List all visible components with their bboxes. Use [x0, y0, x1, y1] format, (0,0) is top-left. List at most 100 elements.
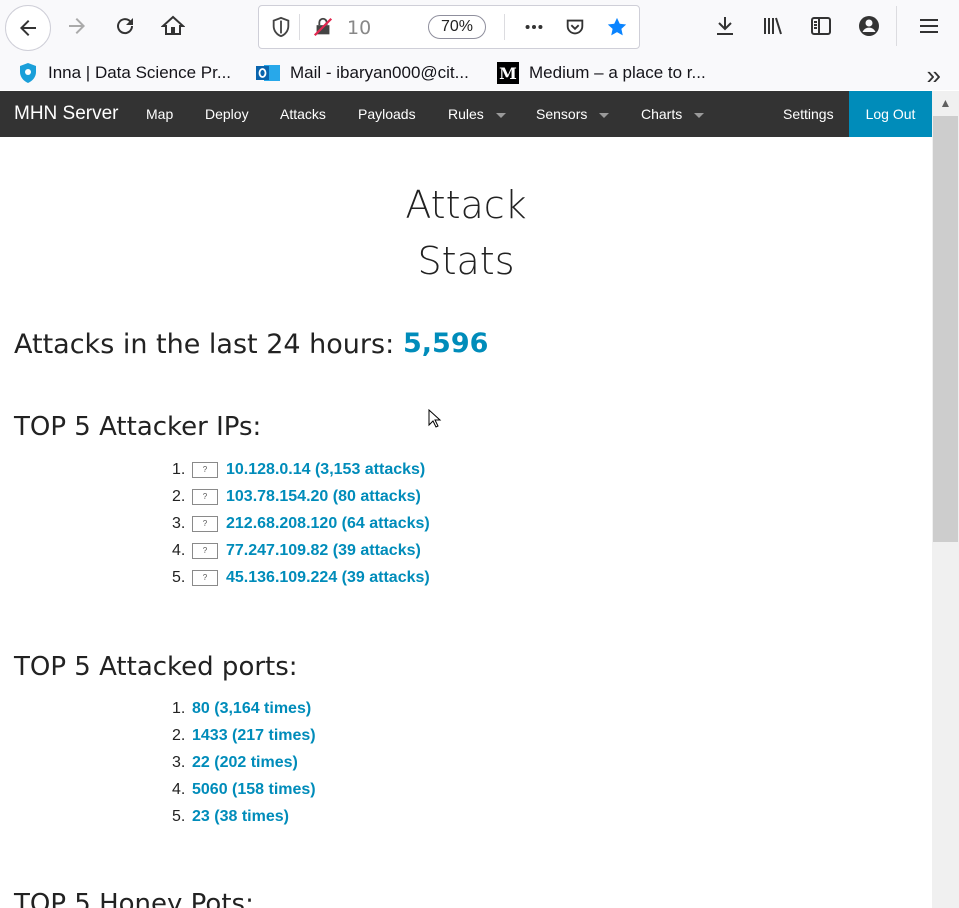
nav-dropdown-charts[interactable]: Charts — [641, 106, 705, 122]
nav-dropdown-sensors[interactable]: Sensors — [536, 106, 610, 122]
rank-number: 3. — [172, 514, 186, 532]
attacks-24h-label: Attacks in the last 24 hours: — [14, 329, 395, 360]
medium-favicon-icon: M — [497, 62, 519, 84]
rank-number: 2. — [172, 487, 186, 505]
toolbar-divider — [896, 6, 897, 46]
home-button[interactable] — [153, 6, 193, 46]
sidebar-button[interactable] — [801, 6, 841, 46]
attacker-ip-link[interactable]: 10.128.0.14 (3,153 attacks) — [226, 461, 425, 479]
logout-button[interactable]: Log Out — [849, 91, 932, 137]
url-divider — [504, 14, 505, 40]
site-navbar: MHN Server Map Deploy Attacks Payloads R… — [0, 91, 932, 137]
attacker-ip-link[interactable]: 77.247.109.82 (39 attacks) — [226, 542, 421, 560]
country-flag-icon: ? — [192, 461, 218, 478]
nav-link-settings[interactable]: Settings — [783, 106, 834, 122]
insecure-lock-icon[interactable] — [311, 15, 335, 39]
caret-down-icon — [599, 112, 610, 118]
page-title-line: Stats — [417, 239, 515, 283]
sidebar-icon — [811, 17, 831, 35]
top-honeypots-heading: TOP 5 Honey Pots: — [14, 889, 254, 908]
url-divider — [299, 14, 300, 40]
menu-button[interactable] — [909, 6, 949, 46]
back-button[interactable] — [5, 5, 51, 51]
attacker-ip-link[interactable]: 212.68.208.120 (64 attacks) — [226, 515, 430, 533]
bookmark-item[interactable]: Mail - ibaryan000@cit... — [256, 61, 469, 85]
page-title-line: Attack — [405, 183, 527, 227]
browser-toolbar: 10 70% — [0, 0, 959, 57]
shield-icon[interactable] — [269, 15, 293, 39]
url-bar[interactable]: 10 70% — [258, 5, 640, 49]
list-item: 5. ? 45.136.109.224 (39 attacks) — [172, 564, 430, 591]
attacked-port-link[interactable]: 23 (38 times) — [192, 808, 289, 826]
rank-number: 1. — [172, 460, 186, 478]
bookmark-star-icon[interactable] — [605, 15, 629, 39]
caret-down-icon — [694, 112, 705, 118]
nav-dropdown-label: Charts — [641, 106, 683, 122]
reload-icon — [117, 18, 134, 35]
attacked-port-link[interactable]: 80 (3,164 times) — [192, 700, 311, 718]
scroll-up-arrow-icon[interactable]: ▲ — [932, 91, 959, 115]
attacker-ip-link[interactable]: 45.136.109.224 (39 attacks) — [226, 569, 430, 587]
nav-link-deploy[interactable]: Deploy — [205, 106, 249, 122]
bookmark-label: Medium – a place to r... — [529, 63, 706, 82]
rank-number: 4. — [172, 541, 186, 559]
outlook-favicon-icon — [256, 63, 280, 83]
nav-dropdown-label: Sensors — [536, 106, 588, 122]
top-ports-list: 1. 80 (3,164 times) 2. 1433 (217 times) … — [172, 695, 316, 830]
arrow-right-icon — [69, 18, 85, 34]
list-item: 3. ? 212.68.208.120 (64 attacks) — [172, 510, 430, 537]
zoom-level-badge[interactable]: 70% — [428, 15, 486, 39]
bookmarks-bar: Inna | Data Science Pr... Mail - ibaryan… — [0, 56, 959, 90]
site-brand[interactable]: MHN Server — [14, 103, 119, 125]
country-flag-icon: ? — [192, 569, 218, 586]
list-item: 1. 80 (3,164 times) — [172, 695, 316, 722]
top-ips-list: 1. ? 10.128.0.14 (3,153 attacks) 2. ? 10… — [172, 456, 430, 591]
forward-button[interactable] — [57, 6, 97, 46]
nav-link-map[interactable]: Map — [146, 106, 173, 122]
rank-number: 5. — [172, 807, 186, 825]
bookmark-label: Mail - ibaryan000@cit... — [290, 63, 469, 82]
home-icon — [161, 15, 185, 35]
list-item: 4. ? 77.247.109.82 (39 attacks) — [172, 537, 430, 564]
url-text[interactable]: 10 — [347, 17, 377, 39]
list-item: 1. ? 10.128.0.14 (3,153 attacks) — [172, 456, 430, 483]
attacker-ip-link[interactable]: 103.78.154.20 (80 attacks) — [226, 488, 421, 506]
bookmark-item[interactable]: Inna | Data Science Pr... — [18, 61, 231, 85]
page-content: Attack Stats Attacks in the last 24 hour… — [0, 137, 932, 908]
bookmark-item[interactable]: M Medium – a place to r... — [497, 61, 706, 85]
list-item: 4. 5060 (158 times) — [172, 776, 316, 803]
attacks-24h-value: 5,596 — [403, 328, 489, 359]
rank-number: 4. — [172, 780, 186, 798]
bookmark-label: Inna | Data Science Pr... — [48, 63, 232, 82]
downloads-button[interactable] — [705, 6, 745, 46]
attacked-port-link[interactable]: 22 (202 times) — [192, 754, 298, 772]
more-actions-icon[interactable] — [522, 15, 546, 39]
account-icon — [859, 16, 879, 36]
reload-button[interactable] — [105, 6, 145, 46]
attacked-port-link[interactable]: 1433 (217 times) — [192, 727, 316, 745]
download-icon — [717, 17, 733, 35]
list-item: 2. ? 103.78.154.20 (80 attacks) — [172, 483, 430, 510]
hamburger-menu-icon — [920, 19, 938, 33]
nav-dropdown-rules[interactable]: Rules — [448, 106, 506, 122]
attacked-port-link[interactable]: 5060 (158 times) — [192, 781, 316, 799]
rank-number: 5. — [172, 568, 186, 586]
chevron-double-right-icon[interactable]: » — [927, 60, 941, 91]
shield-favicon-icon — [18, 63, 38, 83]
library-button[interactable] — [753, 6, 793, 46]
scrollbar-thumb[interactable] — [933, 116, 958, 542]
rank-number: 2. — [172, 726, 186, 744]
vertical-scrollbar[interactable]: ▲ — [932, 91, 959, 908]
list-item: 3. 22 (202 times) — [172, 749, 316, 776]
caret-down-icon — [495, 112, 506, 118]
list-item: 2. 1433 (217 times) — [172, 722, 316, 749]
nav-link-attacks[interactable]: Attacks — [280, 106, 326, 122]
nav-link-payloads[interactable]: Payloads — [358, 106, 416, 122]
rank-number: 3. — [172, 753, 186, 771]
country-flag-icon: ? — [192, 515, 218, 532]
account-button[interactable] — [849, 6, 889, 46]
pocket-icon[interactable] — [563, 15, 587, 39]
library-icon — [764, 17, 782, 35]
country-flag-icon: ? — [192, 488, 218, 505]
mouse-cursor-icon — [428, 409, 442, 428]
